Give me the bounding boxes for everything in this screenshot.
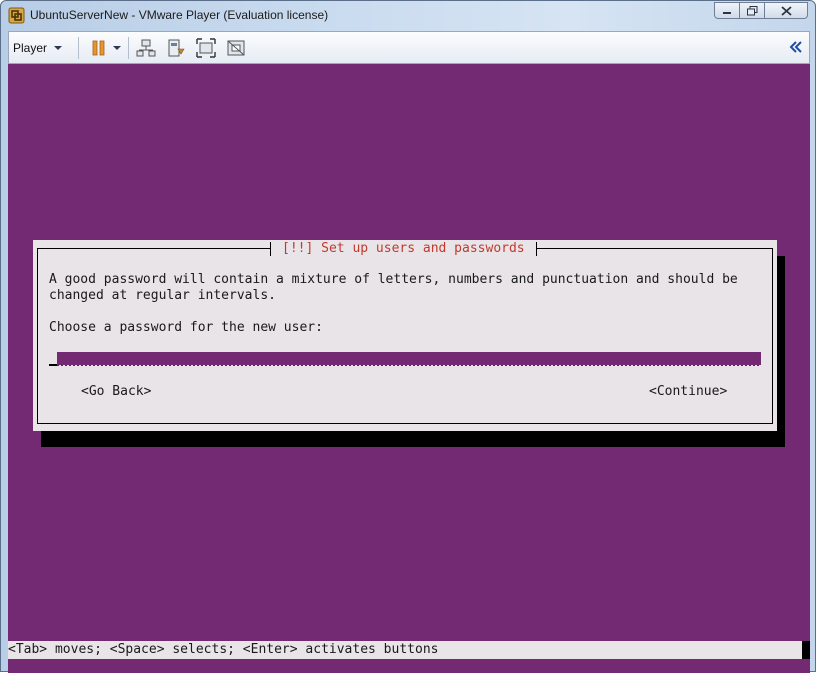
password-input-value xyxy=(57,352,761,365)
vmware-player-window: UbuntuServerNew - VMware Player (Evaluat… xyxy=(0,0,816,673)
text-cursor xyxy=(49,364,57,366)
chevron-down-icon xyxy=(54,46,63,50)
console-bottom-strip xyxy=(8,659,810,673)
title-bar[interactable]: UbuntuServerNew - VMware Player (Evaluat… xyxy=(1,1,815,31)
player-toolbar: Player xyxy=(8,31,810,64)
fullscreen-icon[interactable] xyxy=(196,38,216,58)
pause-icon[interactable] xyxy=(89,38,109,58)
dialog-description-line-2: changed at regular intervals. xyxy=(49,288,276,303)
go-back-button[interactable]: <Go Back> xyxy=(81,384,151,400)
player-menu-button[interactable]: Player xyxy=(13,38,63,58)
collapse-toolbar-icon[interactable] xyxy=(789,40,803,54)
restore-button[interactable] xyxy=(740,2,765,19)
unity-icon[interactable] xyxy=(226,38,246,58)
removable-devices-icon[interactable] xyxy=(166,38,186,58)
dialog-description-line-1: A good password will contain a mixture o… xyxy=(49,272,738,287)
vmware-player-icon xyxy=(8,7,25,24)
caption-buttons xyxy=(714,2,808,21)
console-help-bar: <Tab> moves; <Space> selects; <Enter> ac… xyxy=(8,641,802,659)
restore-icon xyxy=(746,5,757,15)
password-prompt-label: Choose a password for the new user: xyxy=(49,320,323,335)
player-menu-label: Player xyxy=(13,41,48,55)
network-icon[interactable] xyxy=(136,38,156,58)
password-input-underline xyxy=(57,365,761,366)
close-icon xyxy=(780,5,792,16)
toolbar-separator xyxy=(128,37,129,59)
close-button[interactable] xyxy=(765,2,808,19)
help-bar-edge xyxy=(802,641,810,659)
vm-console-screen[interactable]: [!!] Set up users and passwords A good p… xyxy=(8,64,810,673)
minimize-button[interactable] xyxy=(714,2,740,19)
dialog-title: [!!] Set up users and passwords xyxy=(270,241,537,257)
pause-dropdown-arrow-icon[interactable] xyxy=(111,38,123,58)
minimize-icon xyxy=(723,11,731,14)
toolbar-separator xyxy=(78,37,79,59)
window-title: UbuntuServerNew - VMware Player (Evaluat… xyxy=(30,8,329,22)
installer-dialog: [!!] Set up users and passwords A good p… xyxy=(33,240,777,431)
continue-button[interactable]: <Continue> xyxy=(649,384,727,400)
password-input[interactable] xyxy=(49,352,761,368)
